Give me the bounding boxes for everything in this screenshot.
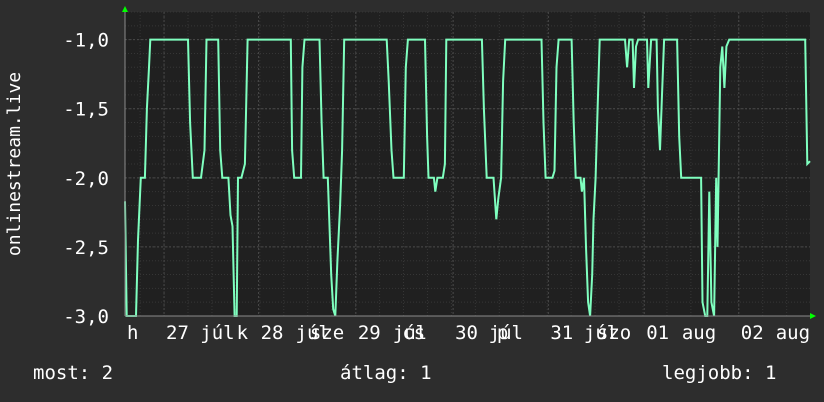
- y-tick-label: -1,0: [63, 30, 109, 52]
- x-tick-label: aug: [776, 322, 810, 344]
- x-tick-label: cs: [402, 322, 425, 344]
- x-tick-label: h: [127, 322, 138, 344]
- best-value: legjobb: 1: [662, 362, 777, 384]
- x-tick-label: aug: [682, 322, 716, 344]
- x-tick-label: 27: [166, 322, 189, 344]
- y-tick-label: -2,5: [63, 237, 109, 259]
- current-value: most: 2: [33, 362, 114, 384]
- y-tick-labels: -1,0 -1,5 -2,0 -2,5 -3,0: [63, 30, 109, 328]
- x-axis-arrow: [810, 313, 816, 319]
- x-tick-label: 01: [646, 322, 669, 344]
- x-tick-label: sze: [310, 322, 344, 344]
- average-value: átlag: 1: [340, 362, 432, 384]
- x-tick-label: júl: [200, 322, 234, 344]
- y-tick-label: -3,0: [63, 306, 109, 328]
- x-tick-label: k: [237, 322, 249, 344]
- x-tick-label: 29: [358, 322, 381, 344]
- x-tick-label: szo: [597, 322, 631, 344]
- x-tick-label: p: [497, 322, 508, 344]
- x-tick-labels: h 27 júl k 28 júlsze 29 júlcs 30 júlp 31 júlszo 01 au…: [127, 322, 810, 344]
- y-tick-label: -2,0: [63, 168, 109, 190]
- x-tick-label: 31: [550, 322, 573, 344]
- x-tick-label: 02: [741, 322, 764, 344]
- y-axis-arrow: [122, 6, 128, 12]
- y-tick-label: -1,5: [63, 99, 109, 121]
- chart: -1,0-1,5-2,0-2,5-3,0 h 27 júl k 28 júlsze 29 jú…: [4, 6, 816, 344]
- x-tick-label: 28: [261, 322, 284, 344]
- y-axis-label: onlinestream.live: [4, 72, 25, 256]
- x-tick-label: 30: [455, 322, 478, 344]
